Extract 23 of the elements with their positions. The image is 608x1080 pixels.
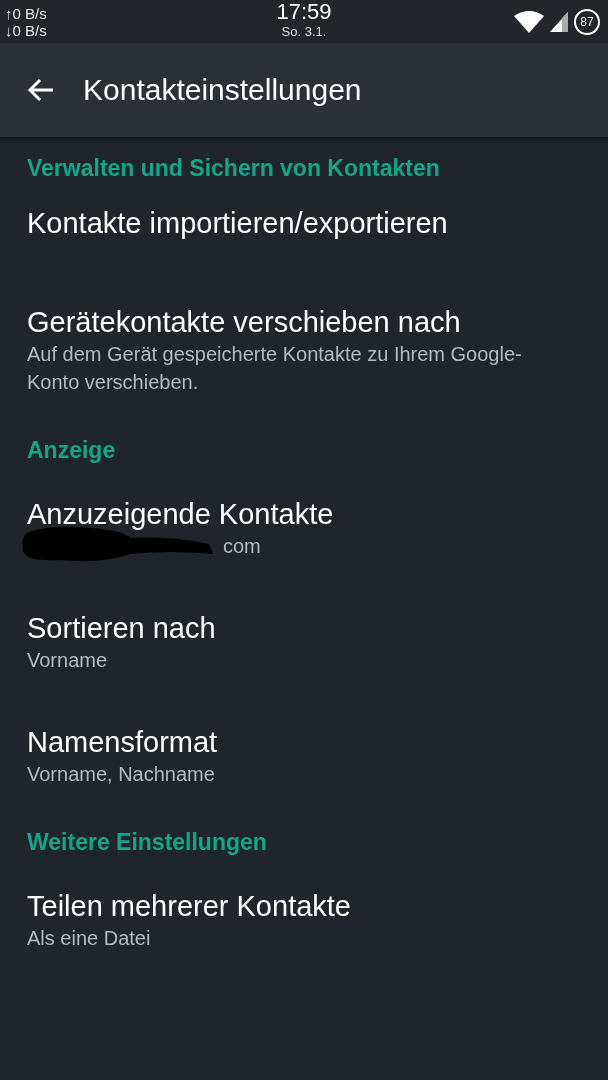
setting-title[interactable]: Teilen mehrerer Kontakte	[27, 888, 581, 924]
wifi-icon	[514, 10, 544, 33]
screen-title: Kontakteinstellungen	[83, 73, 362, 107]
section-header: Anzeige	[27, 435, 117, 465]
clock-time: 17:59	[276, 0, 332, 24]
setting-title[interactable]: Sortieren nach	[27, 610, 581, 646]
back-arrow-icon[interactable]	[27, 78, 55, 102]
setting-title[interactable]: Anzuzeigende Kontakte	[27, 496, 581, 532]
setting-summary: Vorname	[27, 648, 108, 673]
section-header: Weitere Einstellungen	[27, 827, 268, 857]
battery-indicator: 87	[574, 8, 600, 35]
setting-summary: com	[223, 534, 261, 559]
setting-title[interactable]: Kontakte importieren/exportieren	[27, 205, 581, 241]
setting-summary: Vorname, Nachname	[27, 762, 215, 787]
setting-summary: Auf dem Gerät gespeicherte Kontakte zu Ihrem Google-Konto verschieben.	[27, 342, 523, 395]
setting-title[interactable]: Namensformat	[27, 724, 581, 760]
setting-summary: Als eine Datei	[27, 926, 151, 951]
upload-speed: ↑0 B/s	[5, 4, 47, 22]
section-header: Verwalten und Sichern von Kontakten	[27, 153, 441, 183]
setting-title[interactable]: Gerätekontakte verschieben nach	[27, 304, 581, 340]
signal-icon	[550, 11, 568, 32]
clock-date: So. 3.1.	[281, 24, 327, 40]
download-speed: ↓0 B/s	[5, 21, 47, 39]
